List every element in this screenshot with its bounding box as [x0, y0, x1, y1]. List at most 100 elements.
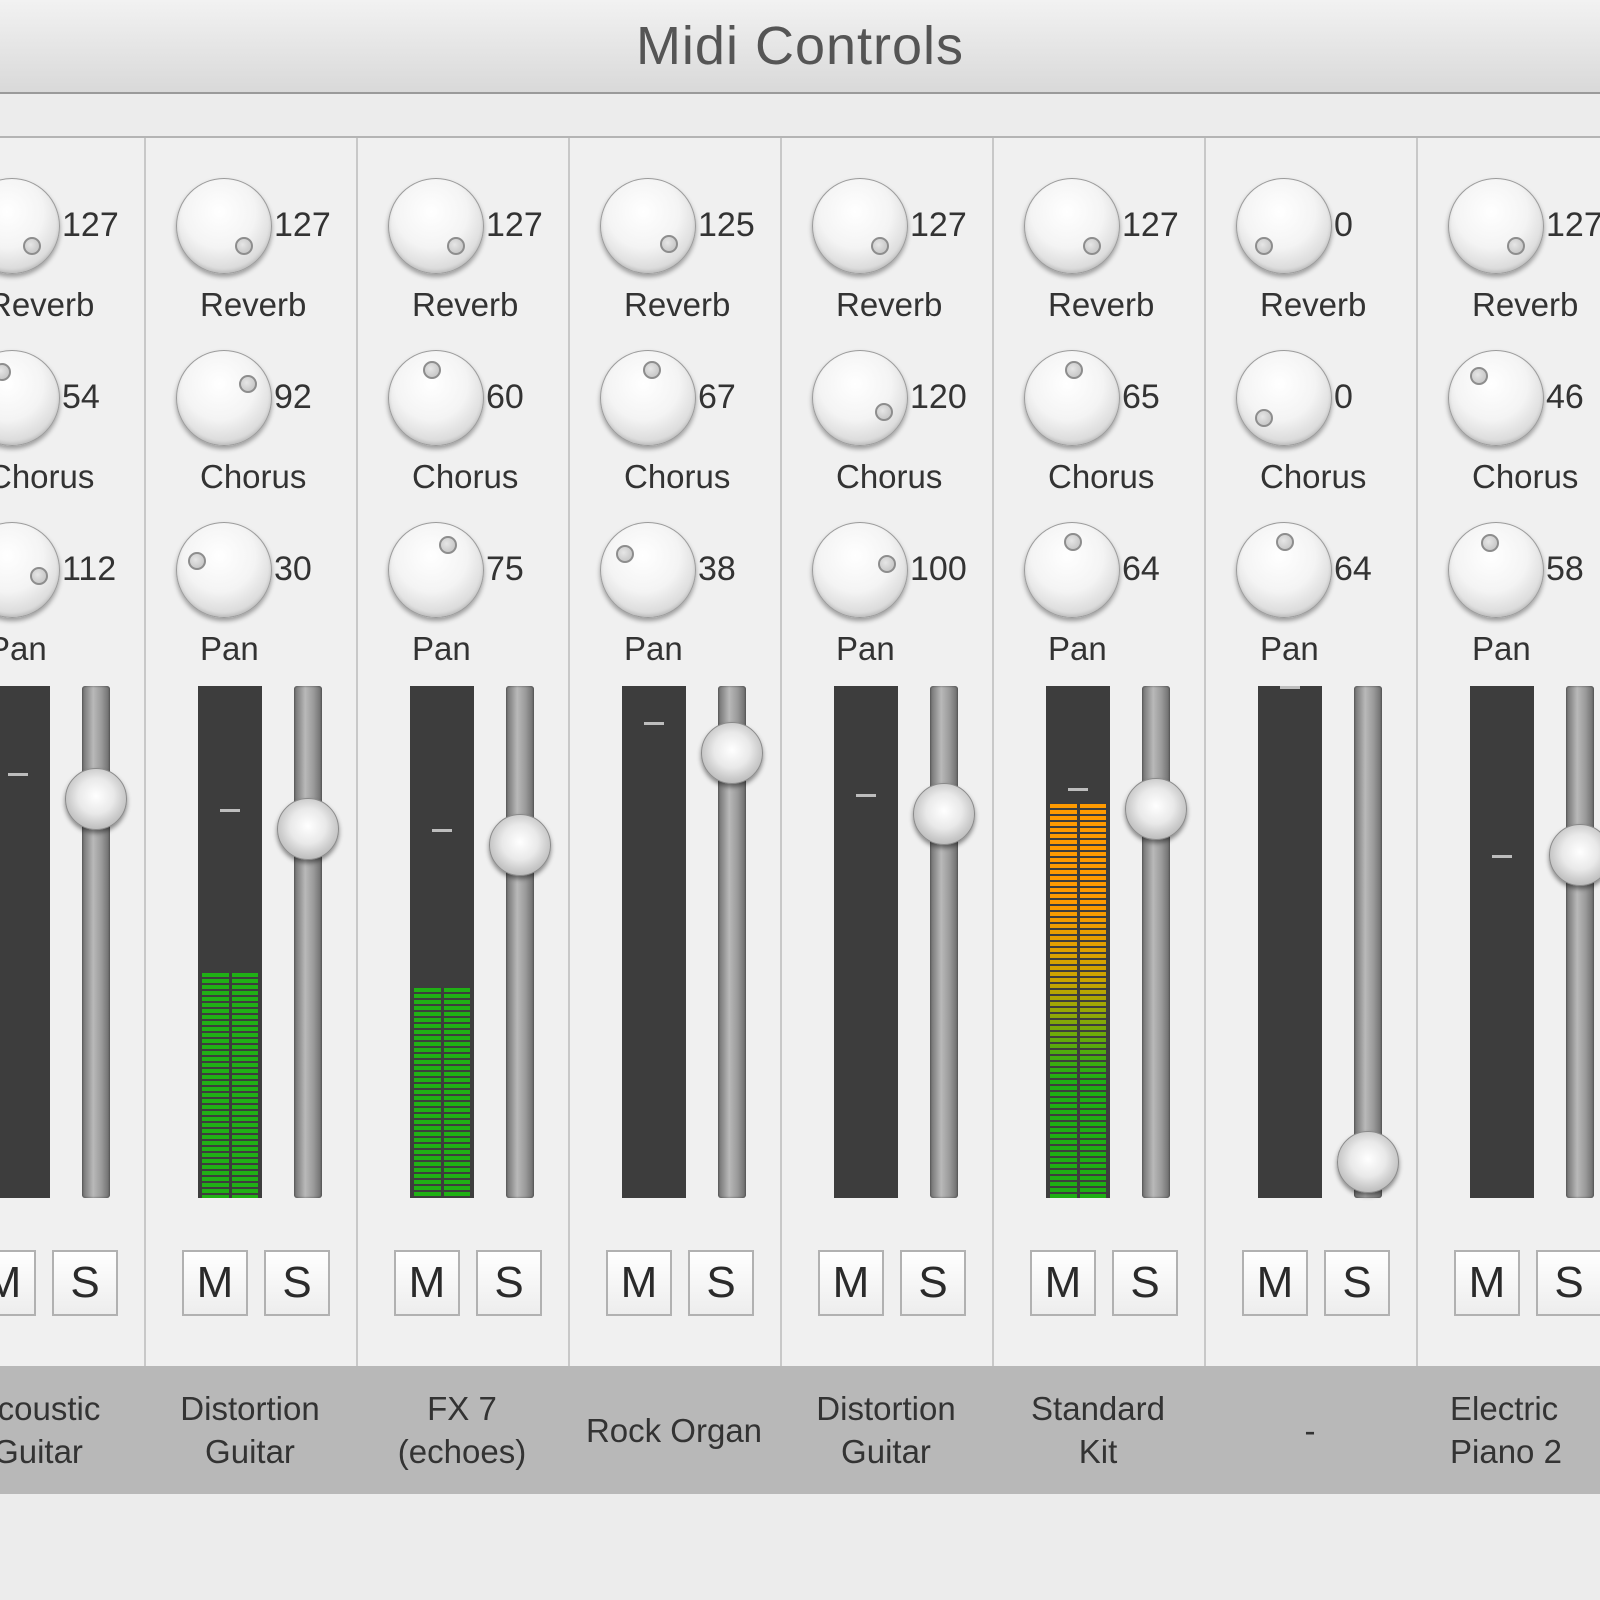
solo-button[interactable]: S — [1324, 1250, 1390, 1316]
chorus-knob[interactable] — [0, 350, 60, 446]
volume-fader-handle[interactable] — [913, 783, 975, 845]
solo-button[interactable]: S — [52, 1250, 118, 1316]
pan-value: 75 — [486, 550, 524, 588]
solo-button[interactable]: S — [264, 1250, 330, 1316]
channel-strip: 127 Reverb 46 Chorus 58 Pan M S — [1416, 138, 1600, 1366]
pan-knob[interactable] — [1236, 522, 1332, 618]
volume-fader-handle[interactable] — [1125, 778, 1187, 840]
level-meter — [198, 686, 262, 1198]
reverb-knob[interactable] — [388, 178, 484, 274]
pan-knob[interactable] — [1448, 522, 1544, 618]
channel-name: Acoustic Guitar — [0, 1390, 101, 1470]
mute-button[interactable]: M — [1242, 1250, 1308, 1316]
reverb-value: 127 — [910, 206, 967, 244]
channel-name: Electric Piano 2 — [1450, 1390, 1562, 1470]
volume-fader-handle[interactable] — [489, 814, 551, 876]
chorus-label: Chorus — [1472, 458, 1579, 495]
pan-knob[interactable] — [388, 522, 484, 618]
pan-label: Pan — [412, 630, 471, 667]
volume-fader-track — [1354, 686, 1382, 1198]
knob-indicator — [1082, 236, 1101, 255]
chorus-knob[interactable] — [1448, 350, 1544, 446]
pan-knob[interactable] — [812, 522, 908, 618]
volume-fader-handle[interactable] — [701, 722, 763, 784]
reverb-label: Reverb — [412, 286, 519, 323]
channel-name-bar: Acoustic Guitar Distortion Guitar FX 7 (ec… — [0, 1366, 1600, 1494]
knob-indicator — [188, 551, 207, 570]
window-titlebar: Midi Controls — [0, 0, 1600, 94]
chorus-knob[interactable] — [1236, 350, 1332, 446]
reverb-knob[interactable] — [176, 178, 272, 274]
pan-label: Pan — [836, 630, 895, 667]
level-meter-fill — [202, 973, 258, 1198]
pan-knob[interactable] — [600, 522, 696, 618]
solo-button[interactable]: S — [900, 1250, 966, 1316]
chorus-knob[interactable] — [600, 350, 696, 446]
reverb-label: Reverb — [200, 286, 307, 323]
pan-label: Pan — [624, 630, 683, 667]
volume-fader-handle[interactable] — [1549, 824, 1600, 886]
knob-indicator — [239, 375, 258, 394]
knob-indicator — [660, 235, 679, 254]
chorus-knob[interactable] — [812, 350, 908, 446]
pan-knob[interactable] — [1024, 522, 1120, 618]
pan-knob[interactable] — [176, 522, 272, 618]
reverb-value: 127 — [1546, 206, 1600, 244]
volume-fader-handle[interactable] — [65, 768, 127, 830]
chorus-label: Chorus — [624, 458, 731, 495]
knob-indicator — [1506, 236, 1525, 255]
chorus-value: 54 — [62, 378, 100, 416]
reverb-knob[interactable] — [0, 178, 60, 274]
solo-button[interactable]: S — [476, 1250, 542, 1316]
reverb-knob[interactable] — [1236, 178, 1332, 274]
pan-label: Pan — [1472, 630, 1531, 667]
channel-name: Distortion Guitar — [180, 1390, 320, 1470]
volume-fader-track — [1566, 686, 1594, 1198]
knob-indicator — [1481, 533, 1500, 552]
reverb-knob[interactable] — [1448, 178, 1544, 274]
knob-indicator — [642, 361, 661, 380]
knob-indicator — [438, 535, 457, 554]
reverb-value: 127 — [1122, 206, 1179, 244]
pan-knob[interactable] — [0, 522, 60, 618]
solo-button[interactable]: S — [1112, 1250, 1178, 1316]
level-meter — [834, 686, 898, 1198]
knob-indicator — [616, 544, 635, 563]
solo-button[interactable]: S — [1536, 1250, 1600, 1316]
mute-button[interactable]: M — [606, 1250, 672, 1316]
solo-button[interactable]: S — [688, 1250, 754, 1316]
level-meter-fill — [1050, 804, 1106, 1198]
knob-indicator — [870, 236, 889, 255]
mute-button[interactable]: M — [182, 1250, 248, 1316]
mute-button[interactable]: M — [818, 1250, 884, 1316]
mute-button[interactable]: M — [1454, 1250, 1520, 1316]
reverb-label: Reverb — [624, 286, 731, 323]
volume-fader-handle[interactable] — [1337, 1131, 1399, 1193]
mute-button[interactable]: M — [0, 1250, 36, 1316]
window-title: Midi Controls — [635, 16, 965, 76]
channel-name: Standard Kit — [1031, 1390, 1165, 1470]
chorus-value: 120 — [910, 378, 967, 416]
level-meter — [1470, 686, 1534, 1198]
chorus-knob[interactable] — [388, 350, 484, 446]
chorus-value: 46 — [1546, 378, 1584, 416]
knob-indicator — [1255, 236, 1274, 255]
knob-indicator — [234, 236, 253, 255]
reverb-label: Reverb — [836, 286, 943, 323]
volume-fader-handle[interactable] — [277, 798, 339, 860]
reverb-label: Reverb — [1472, 286, 1579, 323]
chorus-knob[interactable] — [176, 350, 272, 446]
reverb-knob[interactable] — [1024, 178, 1120, 274]
level-meter-fill — [414, 988, 470, 1198]
chorus-label: Chorus — [412, 458, 519, 495]
reverb-knob[interactable] — [600, 178, 696, 274]
knob-indicator — [1470, 366, 1489, 385]
level-meter — [1258, 686, 1322, 1198]
mute-button[interactable]: M — [394, 1250, 460, 1316]
chorus-knob[interactable] — [1024, 350, 1120, 446]
mute-button[interactable]: M — [1030, 1250, 1096, 1316]
channel-name: FX 7 (echoes) — [397, 1390, 527, 1470]
volume-fader-track — [930, 686, 958, 1198]
pan-label: Pan — [1048, 630, 1107, 667]
reverb-knob[interactable] — [812, 178, 908, 274]
